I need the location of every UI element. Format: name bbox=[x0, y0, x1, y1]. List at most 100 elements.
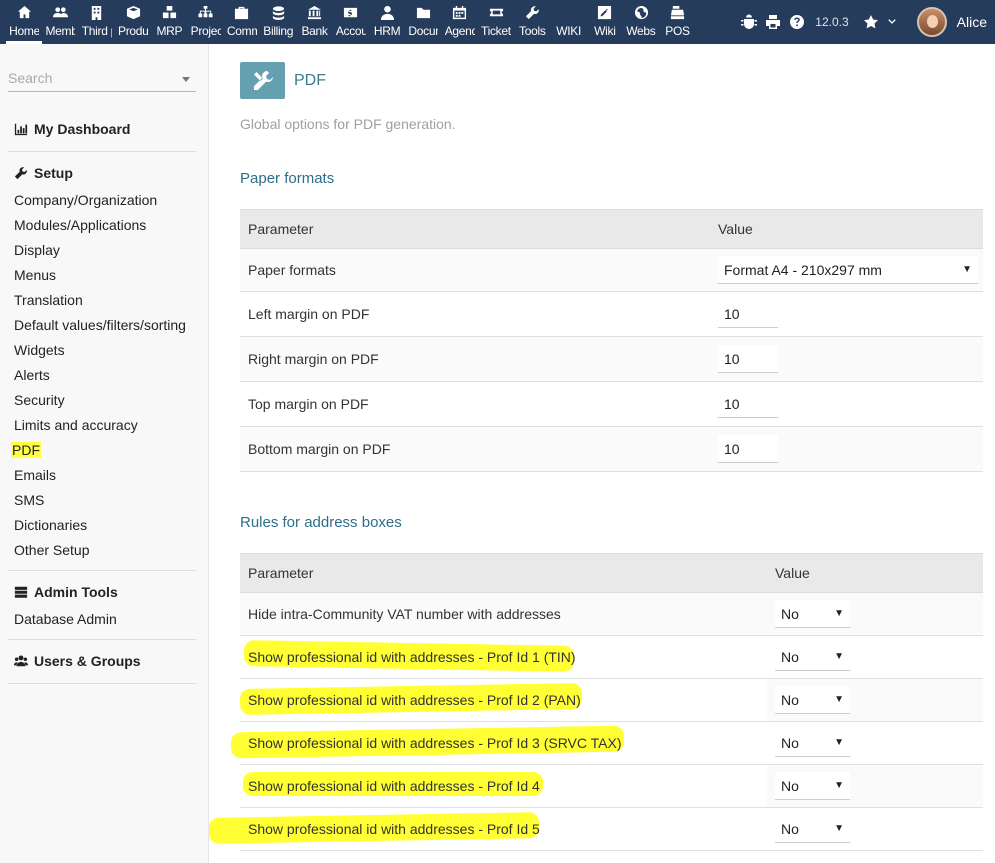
dollar-icon bbox=[344, 7, 358, 18]
menu-wiki[interactable]: Wiki bbox=[587, 0, 623, 44]
menu-third-parties[interactable]: Third parties bbox=[79, 0, 115, 44]
param-value-cell: Format A4 - 210x297 mm ▼ bbox=[710, 248, 983, 292]
menu-products[interactable]: Products bbox=[115, 0, 151, 44]
sidebar-item-emails[interactable]: Emails bbox=[14, 467, 56, 483]
menu-label: Billing bbox=[263, 24, 294, 38]
yes-no-select[interactable]: No ▼ bbox=[775, 600, 850, 628]
sidebar-item-menus[interactable]: Menus bbox=[14, 267, 56, 283]
user-name[interactable]: Alice bbox=[957, 14, 987, 30]
wrench-icon bbox=[525, 6, 539, 20]
menu-commerce[interactable]: Commerce bbox=[224, 0, 260, 44]
yes-no-select[interactable]: No ▼ bbox=[775, 815, 850, 843]
menu-label: Accounting bbox=[335, 24, 366, 38]
sidebar-item-pdf[interactable]: PDF bbox=[11, 442, 41, 458]
sidebar-item-modules[interactable]: Modules/Applications bbox=[14, 217, 146, 233]
caret-down-icon: ▼ bbox=[834, 737, 844, 748]
menu-hrm[interactable]: HRM bbox=[369, 0, 405, 44]
param-label: Bottom margin on PDF bbox=[240, 426, 710, 472]
top-menu-bar: Home Members Third parties Products MRP … bbox=[0, 0, 995, 44]
avatar[interactable] bbox=[916, 7, 947, 37]
tools-icon bbox=[240, 62, 285, 99]
chevron-down-icon[interactable] bbox=[887, 17, 897, 27]
menu-members[interactable]: Members bbox=[42, 0, 78, 44]
param-value-cell: No ▼ bbox=[767, 635, 983, 679]
bank-icon bbox=[307, 5, 322, 20]
bug-icon[interactable] bbox=[741, 14, 758, 30]
yes-no-select[interactable]: No ▼ bbox=[775, 772, 850, 800]
sidebar-users-title[interactable]: Users & Groups bbox=[14, 653, 141, 669]
sidebar-item-alerts[interactable]: Alerts bbox=[14, 367, 50, 383]
sidebar-item-security[interactable]: Security bbox=[14, 392, 65, 408]
yes-no-select[interactable]: No ▼ bbox=[775, 686, 850, 714]
menu-mrp[interactable]: MRP bbox=[151, 0, 187, 44]
sidebar-setup-label: Setup bbox=[34, 165, 73, 181]
sidebar-item-dictionaries[interactable]: Dictionaries bbox=[14, 517, 87, 533]
menu-accounting[interactable]: Accounting bbox=[333, 0, 369, 44]
menu-website[interactable]: Website bbox=[623, 0, 659, 44]
select-value: No bbox=[781, 734, 799, 751]
sidebar-item-translation[interactable]: Translation bbox=[14, 292, 83, 308]
menu-label: Home bbox=[9, 24, 40, 38]
yes-no-select[interactable]: No ▼ bbox=[775, 643, 850, 671]
sidebar-item-sms[interactable]: SMS bbox=[14, 492, 44, 508]
param-label-text: Show professional id with addresses - Pr… bbox=[248, 692, 581, 708]
select-value: No bbox=[781, 777, 799, 794]
column-header-parameter: Parameter bbox=[240, 209, 710, 249]
param-label-text: Show professional id with addresses - Pr… bbox=[248, 778, 540, 794]
sitemap-icon bbox=[198, 5, 213, 18]
bottom-margin-input[interactable] bbox=[718, 435, 778, 463]
section-title-address-rules: Rules for address boxes bbox=[240, 514, 402, 531]
yes-no-select[interactable]: No ▼ bbox=[775, 729, 850, 757]
page-title: PDF bbox=[294, 72, 326, 89]
search-input[interactable] bbox=[8, 70, 168, 86]
left-margin-input[interactable] bbox=[718, 300, 778, 328]
paper-format-select[interactable]: Format A4 - 210x297 mm ▼ bbox=[718, 256, 978, 284]
menu-billing[interactable]: Billing bbox=[260, 0, 296, 44]
sidebar-users-label: Users & Groups bbox=[34, 653, 141, 669]
sidebar-item-database-admin[interactable]: Database Admin bbox=[14, 611, 117, 627]
table-row: Show professional id with addresses - Pr… bbox=[240, 678, 983, 722]
table-header-row: Parameter Value bbox=[240, 553, 983, 593]
menu-label: MRP bbox=[156, 24, 183, 38]
param-label: Top margin on PDF bbox=[240, 381, 710, 427]
sidebar-divider bbox=[8, 570, 196, 571]
sidebar-item-display[interactable]: Display bbox=[14, 242, 60, 258]
menu-home[interactable]: Home bbox=[6, 0, 43, 44]
menu-label: HRM bbox=[373, 24, 401, 38]
print-icon[interactable] bbox=[765, 14, 781, 30]
sidebar-admin-title[interactable]: Admin Tools bbox=[14, 584, 118, 600]
help-icon[interactable] bbox=[789, 14, 805, 30]
menu-label: Commerce bbox=[226, 24, 257, 38]
right-margin-input[interactable] bbox=[718, 345, 778, 373]
sidebar-item-widgets[interactable]: Widgets bbox=[14, 342, 65, 358]
caret-down-icon: ▼ bbox=[834, 694, 844, 705]
param-label-text: Show professional id with addresses - Pr… bbox=[248, 735, 622, 751]
sidebar-item-limits[interactable]: Limits and accuracy bbox=[14, 417, 138, 433]
ticket-icon bbox=[489, 8, 503, 17]
menu-bank[interactable]: Bank bbox=[296, 0, 332, 44]
menu-agenda[interactable]: Agenda bbox=[442, 0, 478, 44]
sidebar-item-other-setup[interactable]: Other Setup bbox=[14, 542, 90, 558]
members-icon bbox=[52, 7, 68, 18]
menu-pos[interactable]: POS bbox=[659, 0, 695, 44]
param-value-cell bbox=[710, 381, 983, 427]
column-header-value: Value bbox=[767, 553, 983, 593]
param-value-cell bbox=[710, 291, 983, 337]
star-icon[interactable] bbox=[863, 14, 879, 30]
top-margin-input[interactable] bbox=[718, 390, 778, 418]
sidebar-setup-title[interactable]: Setup bbox=[14, 165, 73, 181]
select-value: No bbox=[781, 691, 799, 708]
param-label-text: Show professional id with addresses - Pr… bbox=[248, 649, 576, 665]
paper-formats-table: Parameter Value Paper formats Format A4 … bbox=[240, 209, 983, 472]
menu-projects[interactable]: Projects bbox=[187, 0, 223, 44]
menu-wiki-ext[interactable]: WIKI bbox=[550, 0, 586, 44]
sidebar-dashboard[interactable]: My Dashboard bbox=[14, 121, 130, 137]
chevron-down-icon[interactable] bbox=[182, 77, 190, 82]
menu-tools[interactable]: Tools bbox=[514, 0, 550, 44]
sidebar-item-company[interactable]: Company/Organization bbox=[14, 192, 157, 208]
param-value-cell: No ▼ bbox=[767, 592, 983, 636]
menu-tickets[interactable]: Tickets bbox=[478, 0, 514, 44]
menu-documents[interactable]: Documents bbox=[405, 0, 441, 44]
table-header-row: Parameter Value bbox=[240, 209, 983, 249]
sidebar-item-defaults[interactable]: Default values/filters/sorting bbox=[14, 317, 186, 333]
